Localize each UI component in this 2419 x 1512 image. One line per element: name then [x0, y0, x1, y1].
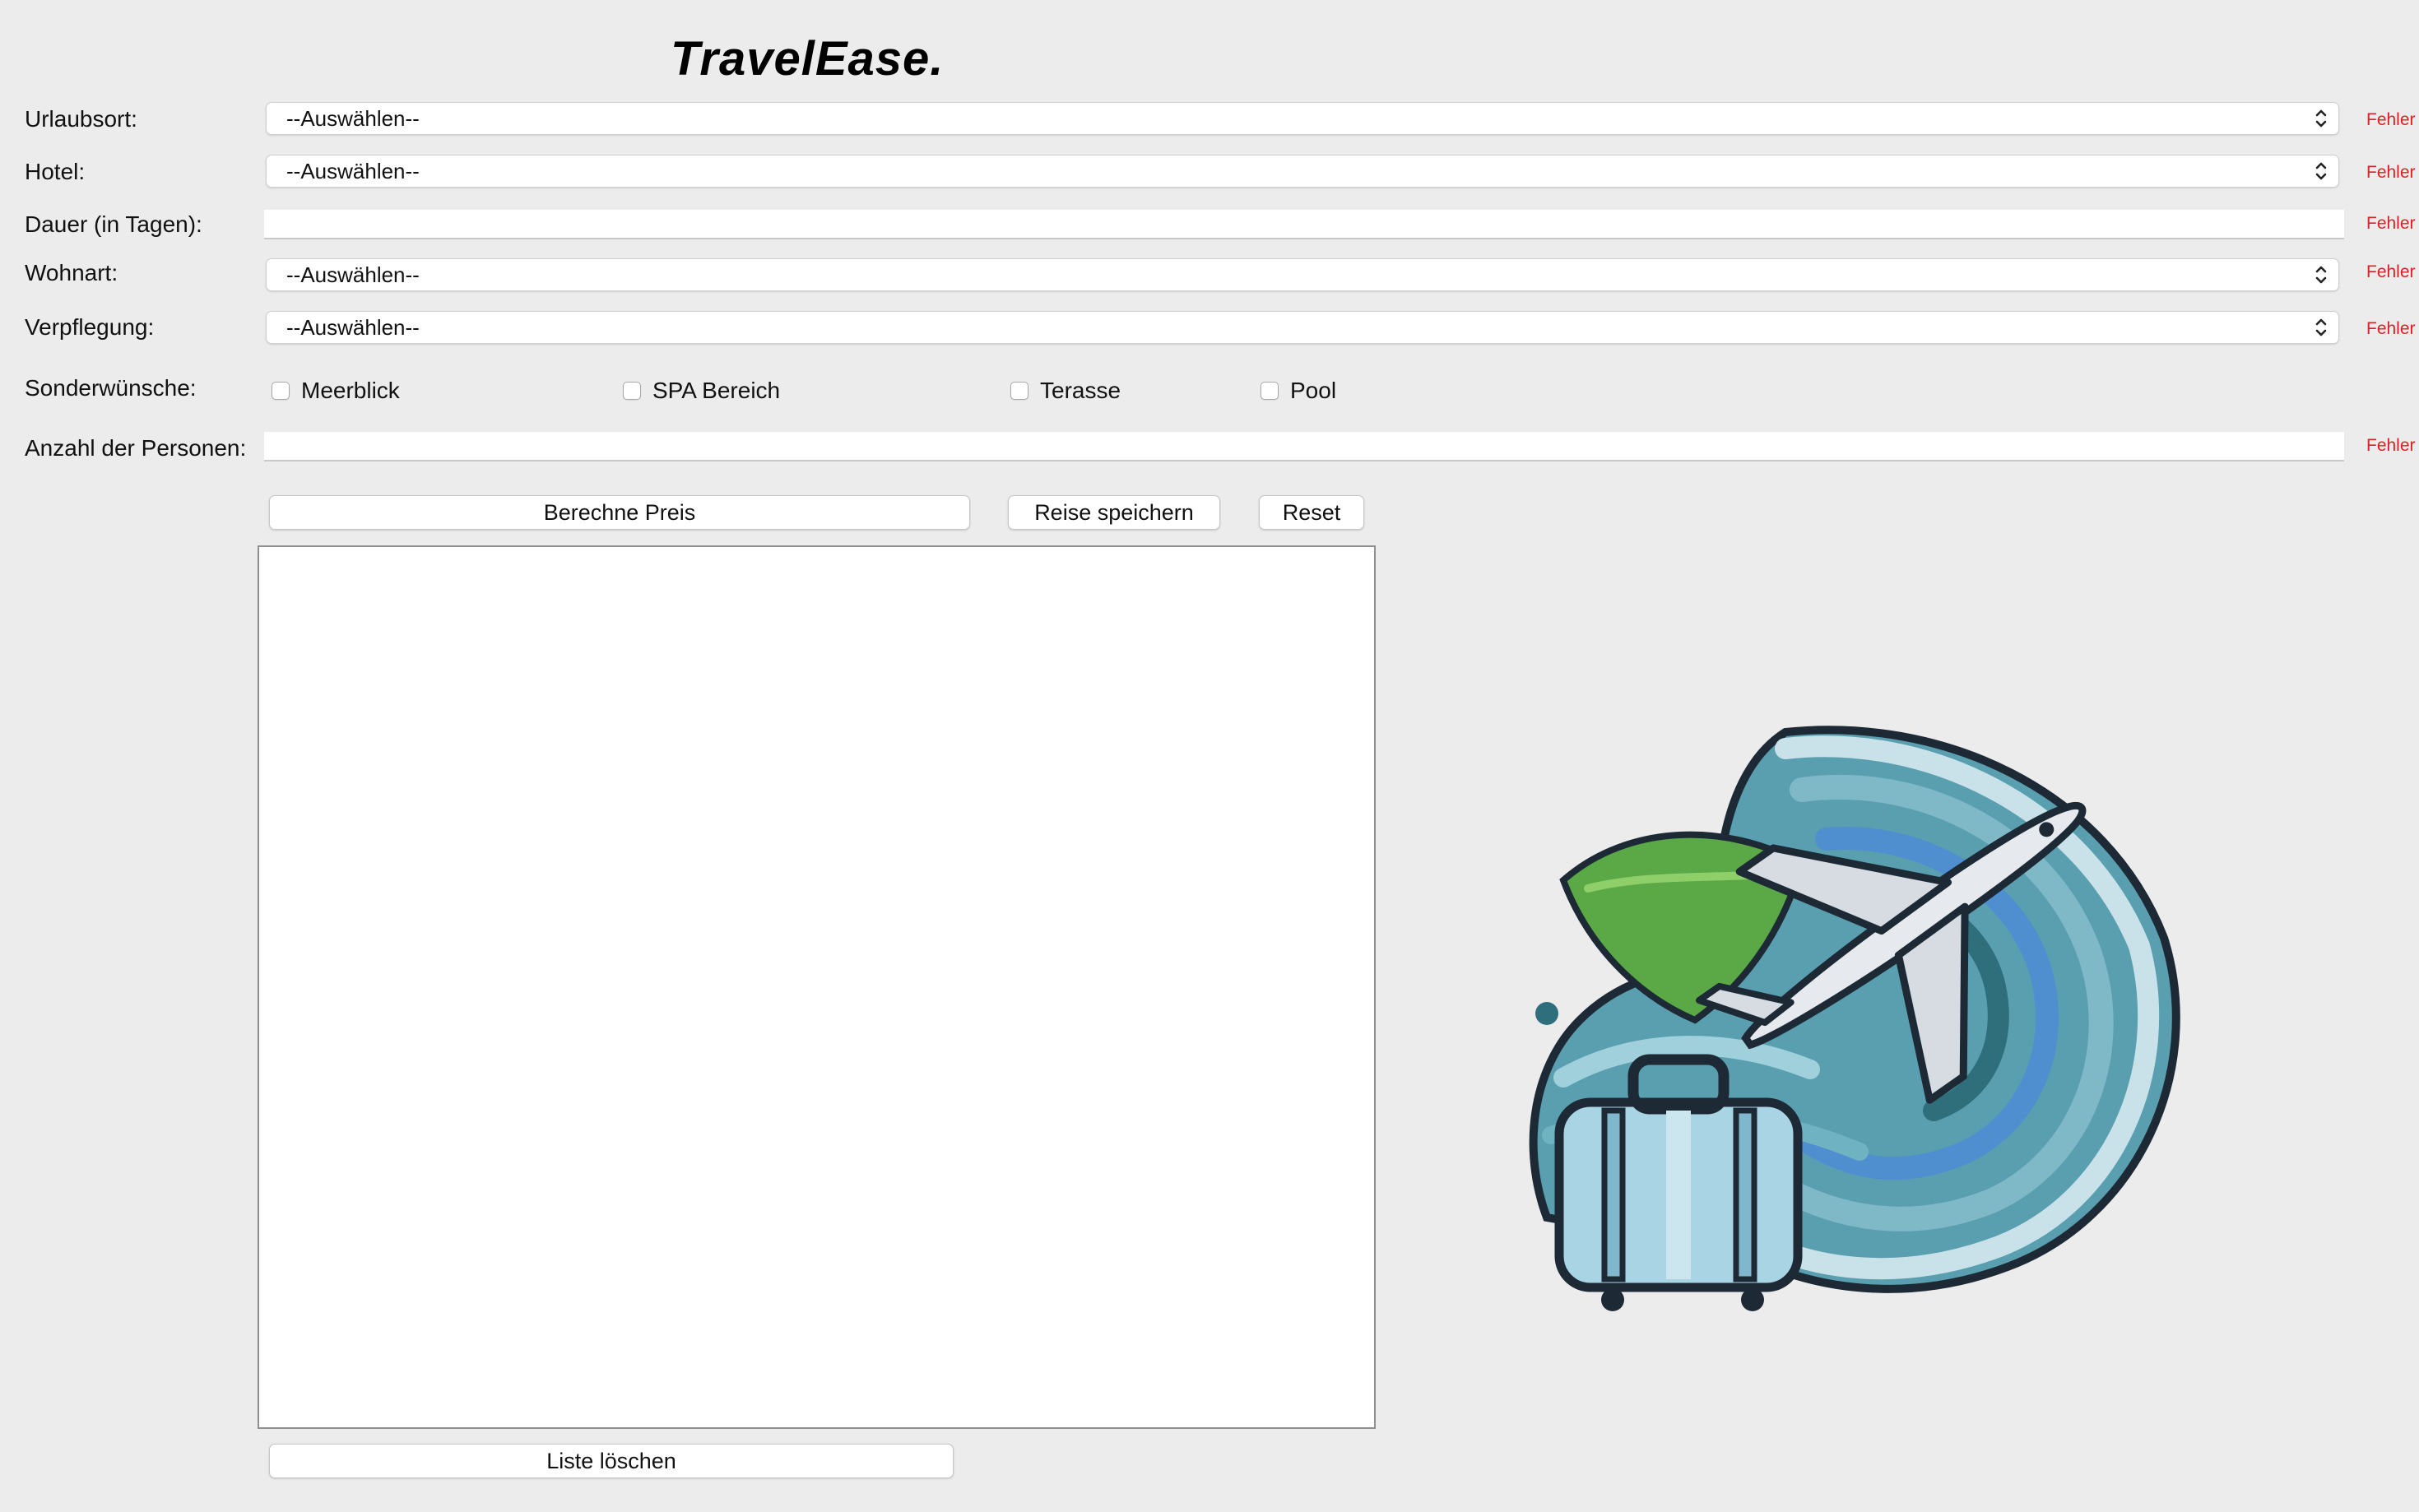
personen-label: Anzahl der Personen:	[25, 435, 247, 461]
wohnart-error: Fehler	[2366, 262, 2416, 281]
hotel-select[interactable]: --Auswählen--	[266, 155, 2339, 188]
app-title: TravelEase.	[671, 32, 945, 86]
pool-label: Pool	[1290, 378, 1337, 403]
verpflegung-label: Verpflegung:	[25, 314, 155, 340]
urlaubsort-error: Fehler	[2366, 110, 2416, 129]
spa-option[interactable]: SPA Bereich	[623, 374, 780, 407]
wohnart-select[interactable]: --Auswählen--	[266, 258, 2339, 291]
hotel-label: Hotel:	[25, 159, 86, 184]
verpflegung-select[interactable]: --Auswählen--	[266, 311, 2339, 344]
reset-button[interactable]: Reset	[1259, 495, 1364, 530]
chevron-up-down-icon	[2315, 266, 2327, 284]
airplane-suitcase-logo	[1529, 726, 2180, 1311]
berechne-preis-button[interactable]: Berechne Preis	[269, 495, 970, 530]
verpflegung-value: --Auswählen--	[286, 315, 420, 340]
traveleasy-window: TravelEase. Urlaubsort: --Auswählen-- Fe…	[0, 0, 2419, 1512]
terasse-option[interactable]: Terasse	[1010, 374, 1121, 407]
dauer-error: Fehler	[2366, 214, 2416, 233]
meerblick-option[interactable]: Meerblick	[272, 374, 400, 407]
urlaubsort-label: Urlaubsort:	[25, 106, 137, 132]
reise-list[interactable]	[258, 545, 1376, 1429]
urlaubsort-select[interactable]: --Auswählen--	[266, 102, 2339, 135]
chevron-up-down-icon	[2315, 162, 2327, 180]
personen-input[interactable]	[264, 432, 2344, 461]
spa-label: SPA Bereich	[652, 378, 781, 403]
reise-speichern-button[interactable]: Reise speichern	[1008, 495, 1220, 530]
meerblick-checkbox[interactable]	[272, 382, 290, 400]
chevron-up-down-icon	[2315, 318, 2327, 336]
hotel-error: Fehler	[2366, 163, 2416, 182]
hotel-value: --Auswählen--	[286, 159, 420, 183]
spa-checkbox[interactable]	[623, 382, 641, 400]
sonderwuensche-label: Sonderwünsche:	[25, 375, 197, 401]
terasse-checkbox[interactable]	[1010, 382, 1028, 400]
personen-error: Fehler	[2366, 436, 2416, 455]
terasse-label: Terasse	[1040, 378, 1121, 403]
liste-loeschen-button[interactable]: Liste löschen	[269, 1444, 954, 1478]
wohnart-label: Wohnart:	[25, 260, 118, 285]
chevron-up-down-icon	[2315, 109, 2327, 128]
meerblick-label: Meerblick	[301, 378, 400, 403]
verpflegung-error: Fehler	[2366, 319, 2416, 338]
wohnart-value: --Auswählen--	[286, 262, 420, 287]
dauer-label: Dauer (in Tagen):	[25, 211, 202, 237]
pool-checkbox[interactable]	[1261, 382, 1279, 400]
dauer-input[interactable]	[264, 210, 2344, 239]
urlaubsort-value: --Auswählen--	[286, 106, 420, 131]
pool-option[interactable]: Pool	[1261, 374, 1336, 407]
